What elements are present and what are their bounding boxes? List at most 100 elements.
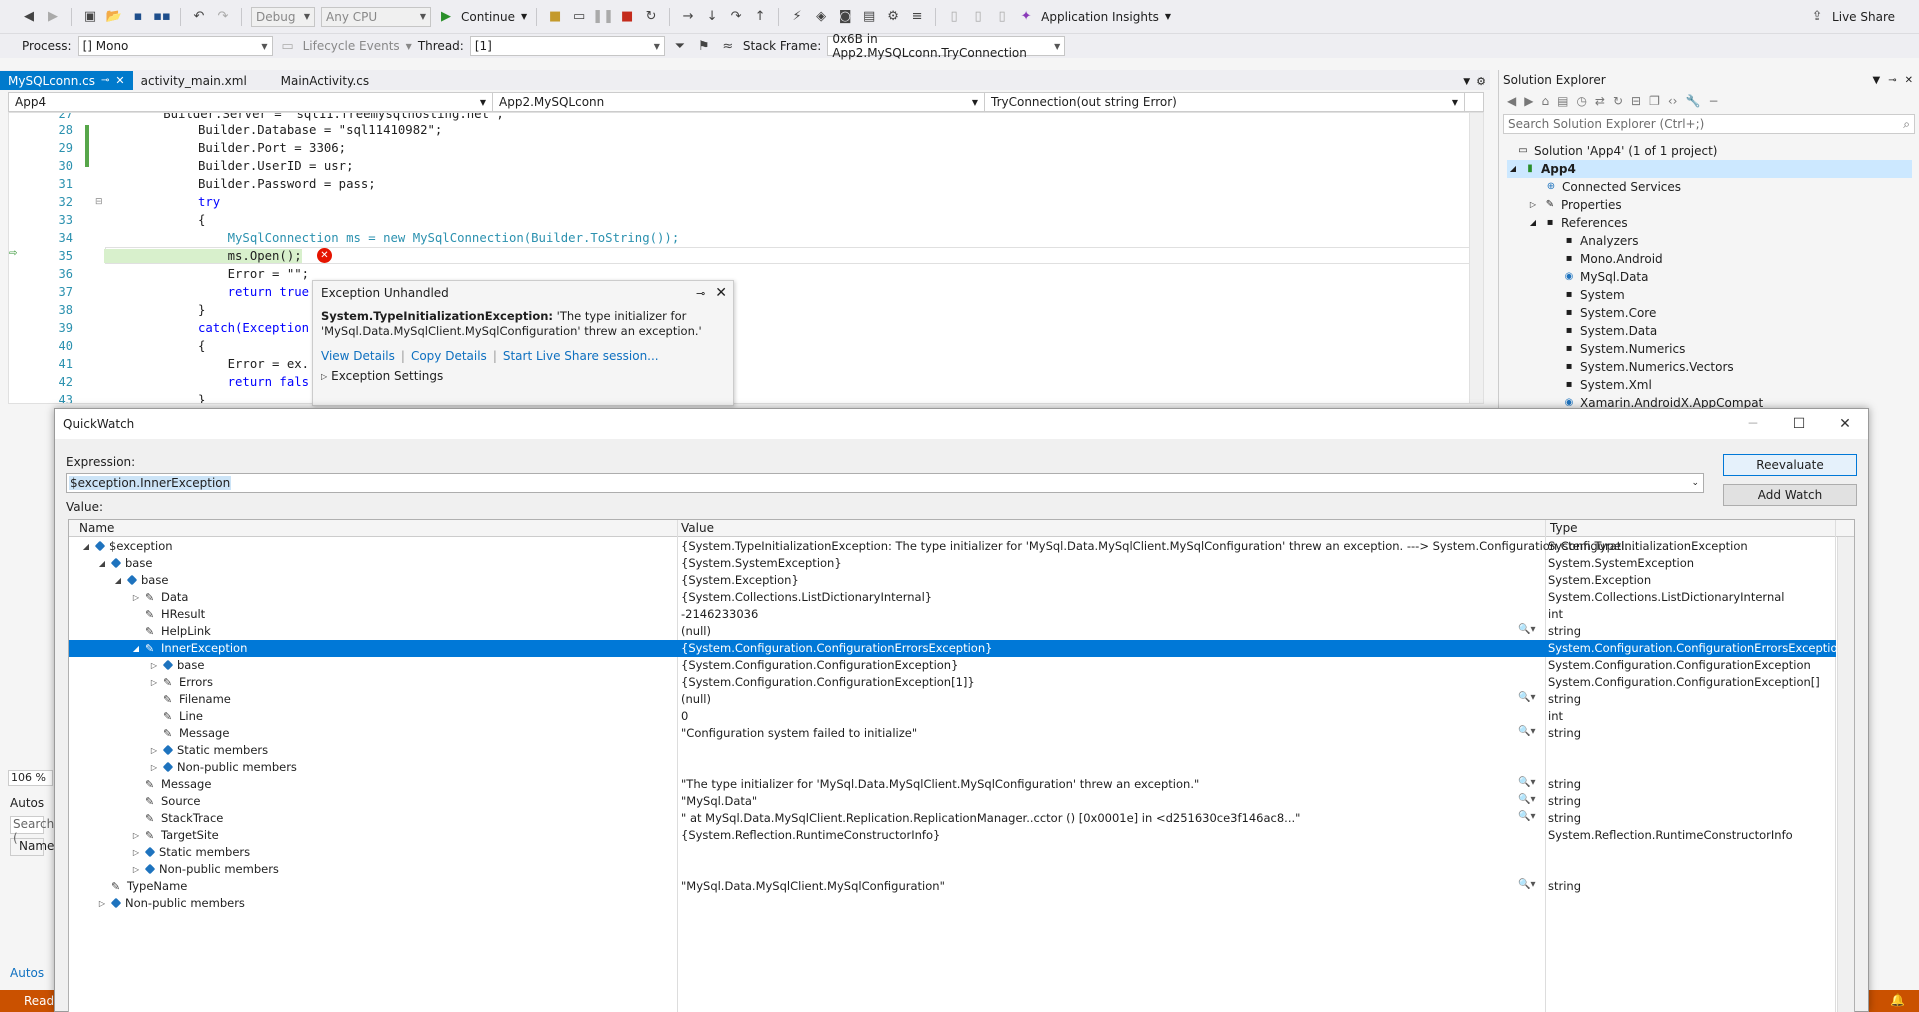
gear-icon[interactable]: ⚙: [1476, 75, 1486, 88]
chevron-down-icon[interactable]: ▼: [521, 12, 527, 21]
table-row[interactable]: ▷ base {System.Configuration.Configuratio…: [69, 657, 1836, 674]
filter-icon[interactable]: ⏷: [671, 37, 689, 55]
close-icon[interactable]: ✕: [715, 285, 727, 301]
folder-icon[interactable]: ■: [546, 8, 564, 26]
refresh-icon[interactable]: ↻: [1613, 94, 1623, 108]
exception-settings-expander[interactable]: ▷ Exception Settings: [313, 369, 733, 383]
magnifier-icon[interactable]: 🔍▾: [1518, 624, 1535, 635]
expression-input[interactable]: $exception.InnerException ⌄: [66, 473, 1704, 493]
column-header-name[interactable]: Name: [79, 521, 114, 535]
table-row[interactable]: ✎ Message "The type initializer for 'MySq…: [69, 776, 1836, 793]
code-icon[interactable]: ‹›: [1668, 94, 1678, 108]
save-all-icon[interactable]: ▪▪: [153, 8, 171, 26]
tree-item-reference[interactable]: ▪ System.Numerics.Vectors: [1563, 358, 1734, 376]
table-row[interactable]: ◢ base {System.Exception} System.Exceptio…: [69, 572, 1836, 589]
table-row[interactable]: ▷ Non-public members: [69, 895, 1836, 912]
platform-select[interactable]: Any CPU ▼: [321, 6, 431, 27]
tree-item-reference[interactable]: ▪ Analyzers: [1563, 232, 1639, 250]
pin-icon[interactable]: ⊸: [101, 75, 109, 86]
thread-select[interactable]: [1] ▼: [469, 36, 665, 56]
chevron-right-icon[interactable]: ▷: [131, 593, 141, 602]
grid-scrollbar[interactable]: [1837, 537, 1854, 1012]
table-row[interactable]: ▷ Non-public members: [69, 759, 1836, 776]
zoom-level[interactable]: 106 %: [8, 770, 53, 786]
magnifier-icon[interactable]: 🔍▾: [1518, 777, 1535, 788]
magnifier-icon[interactable]: 🔍▾: [1518, 811, 1535, 822]
table-row[interactable]: ✎ TypeName "MySql.Data.MySqlClient.MySqlC…: [69, 878, 1836, 895]
forward-icon[interactable]: ▶: [1524, 94, 1533, 108]
pending-changes-icon[interactable]: ◷: [1576, 94, 1586, 108]
table-row-selected[interactable]: ◢ ✎ InnerException {System.Configuration.C…: [69, 640, 1838, 657]
tree-item-references[interactable]: ◢ ▪ References: [1527, 214, 1628, 232]
configuration-select[interactable]: Debug ▼: [251, 6, 315, 27]
editor-scrollbar[interactable]: [1469, 113, 1483, 403]
lifecycle-events-button[interactable]: Lifecycle Events: [303, 39, 400, 53]
chevron-right-icon[interactable]: ▷: [149, 678, 159, 687]
tree-item-reference[interactable]: ▪ System.Numerics: [1563, 340, 1686, 358]
tree-item-connected-services[interactable]: ⊕ Connected Services: [1545, 178, 1681, 196]
chevron-down-icon[interactable]: ▼: [1873, 75, 1881, 86]
redo-icon[interactable]: ↷: [214, 8, 232, 26]
play-icon[interactable]: ▶: [437, 8, 455, 26]
table-row[interactable]: ✎ Filename (null) 🔍▾ string: [69, 691, 1836, 708]
column-header-type[interactable]: Type: [1550, 521, 1578, 535]
chevron-right-icon[interactable]: ▷: [149, 661, 159, 670]
tree-item-reference[interactable]: ▪ System.Core: [1563, 304, 1657, 322]
table-row[interactable]: ▷ Static members: [69, 844, 1836, 861]
forward-icon[interactable]: ▶: [44, 8, 62, 26]
settings-icon[interactable]: ⚙: [884, 8, 902, 26]
open-file-icon[interactable]: 📂: [105, 8, 123, 26]
bookmark-prev-icon[interactable]: ▯: [969, 8, 987, 26]
show-next-statement-icon[interactable]: →: [679, 8, 697, 26]
chevron-down-icon[interactable]: ⌄: [1691, 478, 1699, 488]
back-icon[interactable]: ◀: [20, 8, 38, 26]
step-over-icon[interactable]: ↷: [727, 8, 745, 26]
back-icon[interactable]: ◀: [1507, 94, 1516, 108]
tree-item-reference[interactable]: ▪ System.Data: [1563, 322, 1658, 340]
bookmark-icon[interactable]: ▯: [945, 8, 963, 26]
breakpoint-icon[interactable]: ◈: [812, 8, 830, 26]
tree-item-reference[interactable]: ▪ System.Xml: [1563, 376, 1652, 394]
show-all-files-icon[interactable]: ❐: [1649, 94, 1660, 108]
tree-item-properties[interactable]: ▷ ✎ Properties: [1527, 196, 1622, 214]
flag-icon[interactable]: ⚑: [695, 37, 713, 55]
new-project-icon[interactable]: ▣: [81, 8, 99, 26]
table-row[interactable]: ▷ ✎ Data {System.Collections.ListDictionar…: [69, 589, 1836, 606]
hot-reload-icon[interactable]: ⚡: [788, 8, 806, 26]
thread-toggle-icon[interactable]: ≈: [719, 37, 737, 55]
process-select[interactable]: [] Mono ▼: [77, 36, 273, 56]
magnifier-icon[interactable]: 🔍▾: [1518, 726, 1535, 737]
live-share-link[interactable]: Start Live Share session...: [503, 349, 659, 363]
home-icon[interactable]: ⌂: [1541, 94, 1549, 108]
autos-search-input[interactable]: Search (: [10, 816, 54, 845]
live-share-button[interactable]: Live Share: [1832, 10, 1895, 24]
pin-icon[interactable]: ⊸: [696, 287, 705, 300]
method-dropdown[interactable]: TryConnection(out string Error) ▼: [985, 93, 1465, 111]
table-row[interactable]: ▷ Non-public members: [69, 861, 1836, 878]
autos-tab[interactable]: Autos: [10, 966, 44, 980]
collapse-all-icon[interactable]: ⊟: [1631, 94, 1641, 108]
magnifier-icon[interactable]: 🔍▾: [1518, 692, 1535, 703]
step-into-icon[interactable]: ↓: [703, 8, 721, 26]
tree-item-reference[interactable]: ▪ System: [1563, 286, 1625, 304]
table-row[interactable]: ✎ HResult -2146233036 int: [69, 606, 1836, 623]
minus-icon[interactable]: −: [1708, 94, 1718, 108]
table-row[interactable]: ✎ StackTrace " at MySql.Data.MySqlClient.…: [69, 810, 1836, 827]
stop-icon[interactable]: ■: [618, 8, 636, 26]
table-row[interactable]: ✎ Source "MySql.Data" 🔍▾ string: [69, 793, 1836, 810]
chevron-right-icon[interactable]: ▷: [97, 899, 107, 908]
table-row[interactable]: ◢ base {System.SystemException} System.Sy…: [69, 555, 1836, 572]
chevron-right-icon[interactable]: ▷: [131, 865, 141, 874]
sync-icon[interactable]: ⇄: [1595, 94, 1605, 108]
switch-views-icon[interactable]: ▤: [1557, 94, 1568, 108]
tab-mysqlconn[interactable]: MySQLconn.cs ⊸ ✕: [0, 71, 133, 90]
tab-overflow-icon[interactable]: ▼: [1463, 77, 1470, 87]
stack-frame-select[interactable]: 0x6B in App2.MySQLconn.TryConnection ▼: [827, 32, 1066, 60]
chevron-right-icon[interactable]: ▷: [149, 763, 159, 772]
error-icon[interactable]: ✕: [317, 248, 332, 263]
terminal-icon[interactable]: ▤: [860, 8, 878, 26]
view-details-link[interactable]: View Details: [321, 349, 395, 363]
table-row[interactable]: ◢ $exception {System.TypeInitializationEx…: [69, 538, 1836, 555]
tab-main-activity[interactable]: MainActivity.cs: [273, 71, 377, 90]
camera-icon[interactable]: ◙: [836, 8, 854, 26]
